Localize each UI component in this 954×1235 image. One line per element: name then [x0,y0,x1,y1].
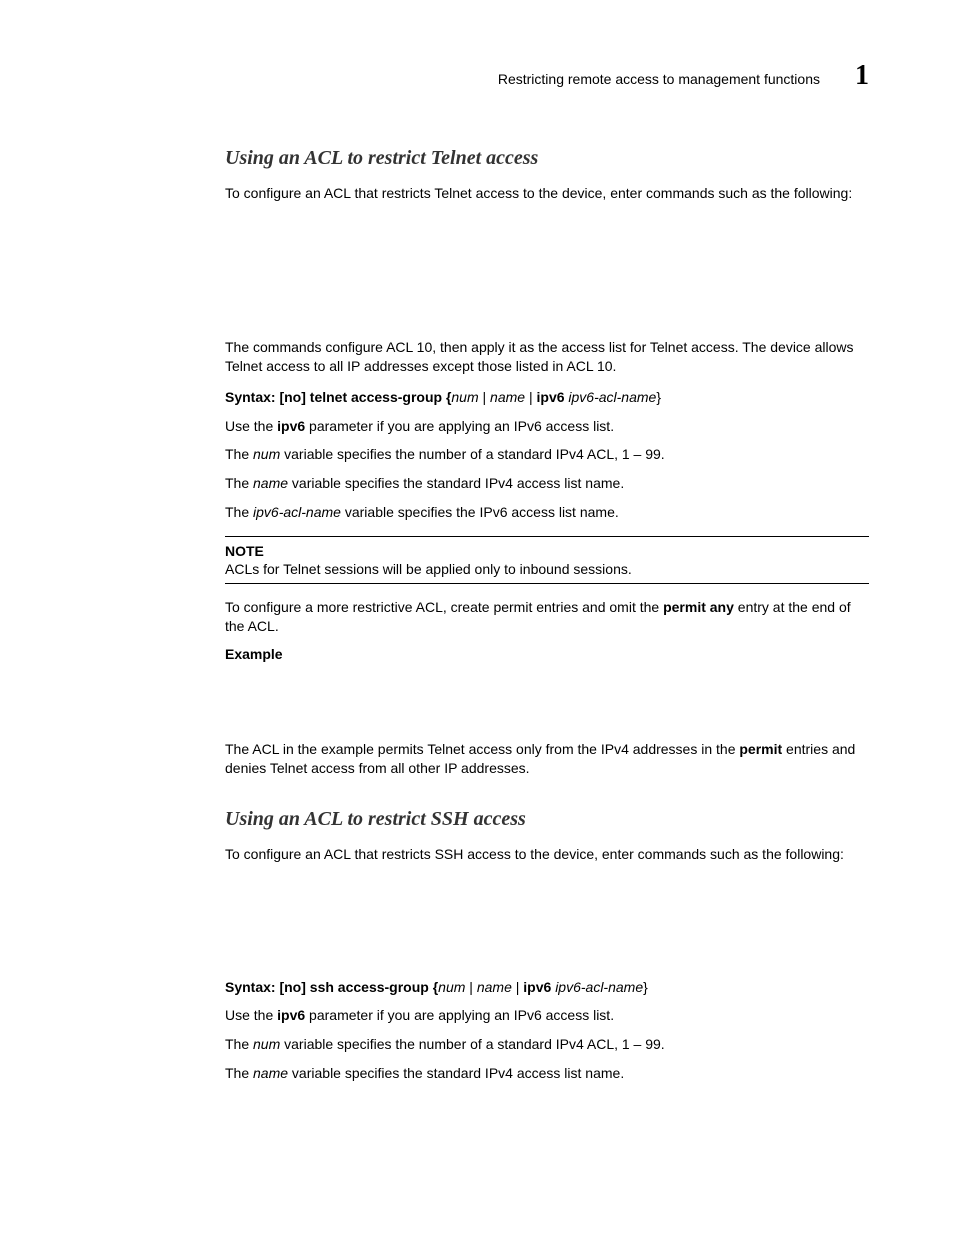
text: The [225,1036,253,1052]
telnet-desc: The commands configure ACL 10, then appl… [225,338,869,376]
text: To configure a more restrictive ACL, cre… [225,599,663,615]
text: variable specifies the standard IPv4 acc… [288,475,624,491]
var: num [253,446,280,462]
text: The [225,475,253,491]
syntax-end: } [656,389,661,405]
header-title: Restricting remote access to management … [498,71,820,87]
ssh-syntax: Syntax: [no] ssh access-group {num | nam… [225,978,869,997]
sep: | [479,389,490,405]
page-header: Restricting remote access to management … [225,60,869,92]
example-label: Example [225,646,869,662]
code-gap [225,213,869,328]
text: parameter if you are applying an IPv6 ac… [305,418,614,434]
note-body: ACLs for Telnet sessions will be applied… [225,561,869,577]
syntax-ipv6: ipv6 [537,389,565,405]
text: parameter if you are applying an IPv6 ac… [305,1007,614,1023]
syntax-label: Syntax: [225,389,279,405]
telnet-name-line: The name variable specifies the standard… [225,474,869,493]
code-gap [225,874,869,966]
sep: | [525,389,536,405]
ssh-num-line: The num variable specifies the number of… [225,1035,869,1054]
text: variable specifies the IPv6 access list … [341,504,619,520]
syntax-num: num [451,389,478,405]
section-heading-ssh: Using an ACL to restrict SSH access [225,808,869,831]
syntax-ipv6name: ipv6-acl-name [568,389,656,405]
text: The [225,446,253,462]
telnet-ipv6-line: Use the ipv6 parameter if you are applyi… [225,417,869,436]
section-heading-telnet: Using an ACL to restrict Telnet access [225,147,869,170]
telnet-example-desc: The ACL in the example permits Telnet ac… [225,740,869,778]
telnet-intro: To configure an ACL that restricts Telne… [225,184,869,203]
syntax-num: num [438,979,465,995]
text: variable specifies the number of a stand… [280,446,664,462]
syntax-cmd: [no] ssh access-group { [279,979,438,995]
telnet-permit-line: To configure a more restrictive ACL, cre… [225,598,869,636]
syntax-label: Syntax: [225,979,279,995]
text: The ACL in the example permits Telnet ac… [225,741,739,757]
telnet-num-line: The num variable specifies the number of… [225,445,869,464]
sep: | [465,979,476,995]
telnet-syntax: Syntax: [no] telnet access-group {num | … [225,388,869,407]
syntax-cmd: [no] telnet access-group { [279,389,451,405]
text: variable specifies the standard IPv4 acc… [288,1065,624,1081]
var: name [253,475,288,491]
syntax-name: name [490,389,525,405]
syntax-ipv6name: ipv6-acl-name [555,979,643,995]
text: Use the [225,1007,277,1023]
syntax-name: name [477,979,512,995]
page: Restricting remote access to management … [0,0,954,1153]
text: variable specifies the number of a stand… [280,1036,664,1052]
chapter-number: 1 [855,60,869,92]
ssh-name-line: The name variable specifies the standard… [225,1064,869,1083]
sep: | [512,979,523,995]
kw: ipv6 [277,1007,305,1023]
telnet-ipv6name-line: The ipv6-acl-name variable specifies the… [225,503,869,522]
ssh-ipv6-line: Use the ipv6 parameter if you are applyi… [225,1006,869,1025]
var: name [253,1065,288,1081]
text: The [225,504,253,520]
note-block: NOTE ACLs for Telnet sessions will be ap… [225,536,869,584]
var: ipv6-acl-name [253,504,341,520]
kw: permit [739,741,782,757]
kw: permit any [663,599,734,615]
syntax-end: } [643,979,648,995]
kw: ipv6 [277,418,305,434]
code-gap [225,672,869,730]
syntax-ipv6: ipv6 [523,979,551,995]
note-title: NOTE [225,543,869,559]
ssh-intro: To configure an ACL that restricts SSH a… [225,845,869,864]
text: The [225,1065,253,1081]
var: num [253,1036,280,1052]
text: Use the [225,418,277,434]
